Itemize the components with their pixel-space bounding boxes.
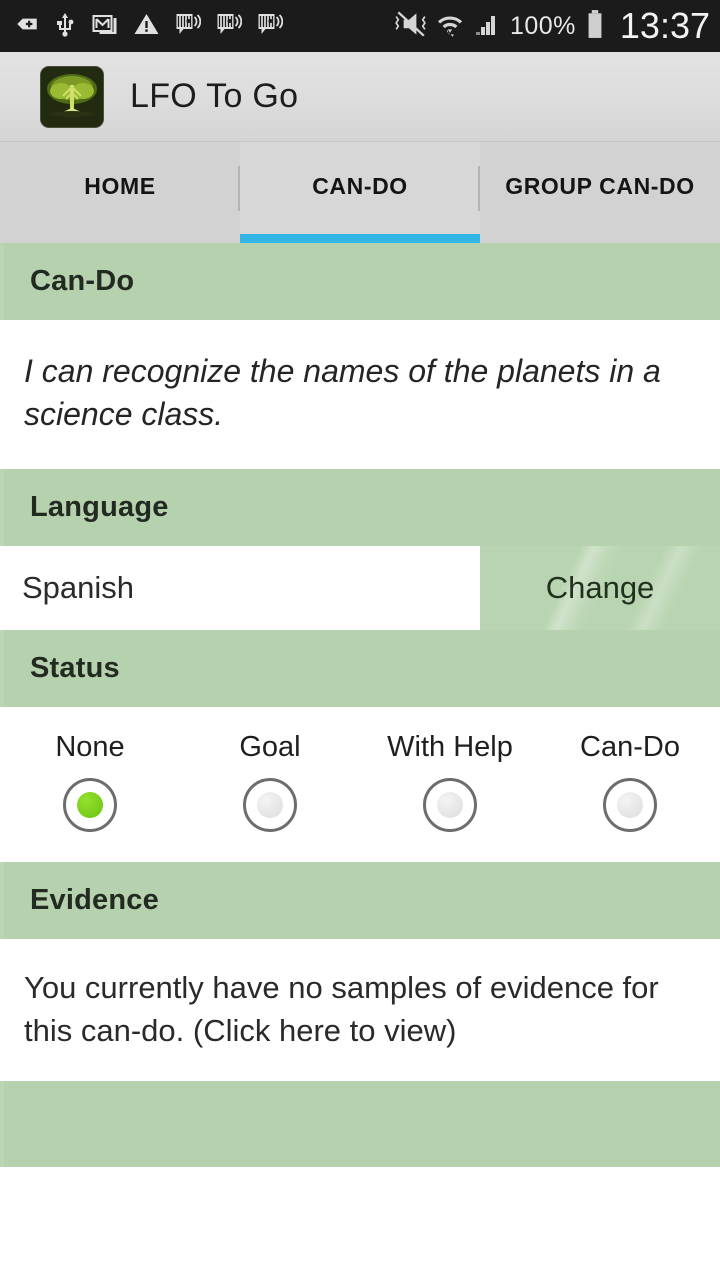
evidence-empty-message[interactable]: You currently have no samples of evidenc… [0, 939, 720, 1081]
status-option-with-help-label: With Help [387, 731, 513, 764]
tab-group-can-do[interactable]: GROUP CAN-DO [480, 142, 720, 243]
section-header-can-do-label: Can-Do [30, 265, 135, 297]
status-option-can-do-label: Can-Do [580, 731, 680, 764]
change-language-button-label: Change [545, 570, 655, 606]
clock: 13:37 [619, 5, 710, 46]
tab-bar: HOME CAN-DO GROUP CAN-DO [0, 142, 720, 243]
tab-group-can-do-label: GROUP CAN-DO [505, 173, 695, 199]
tree-logo-icon [40, 65, 104, 128]
radio-button-none[interactable] [63, 778, 117, 833]
change-language-button[interactable]: Change [480, 546, 720, 631]
usb-icon [54, 10, 78, 43]
mute-vibrate-icon [393, 10, 427, 43]
voicemail-icon [174, 11, 202, 42]
battery-icon [585, 9, 605, 44]
can-do-statement: I can recognize the names of the planets… [24, 353, 661, 432]
tab-can-do[interactable]: CAN-DO [240, 142, 480, 243]
language-row: Spanish Change [0, 546, 720, 631]
status-option-goal-label: Goal [239, 731, 301, 764]
status-bar: 100% 13:37 [0, 0, 720, 52]
warning-icon [133, 11, 160, 42]
wifi-icon [436, 10, 464, 43]
battery-percent: 100% [509, 11, 576, 40]
radio-dot [617, 792, 643, 819]
status-option-with-help[interactable]: With Help [360, 731, 540, 833]
status-radio-group: None Goal With Help Can-Do [0, 707, 720, 862]
sim-add-icon [14, 11, 40, 42]
section-body-language: Spanish Change [0, 546, 720, 631]
tab-can-do-label: CAN-DO [312, 173, 408, 199]
section-header-evidence: Evidence [0, 862, 720, 940]
section-body-can-do: I can recognize the names of the planets… [0, 320, 720, 470]
radio-dot [437, 792, 463, 819]
action-bar: LFO To Go [0, 52, 720, 142]
section-body-status: None Goal With Help Can-Do [0, 707, 720, 863]
section-header-status: Status [0, 630, 720, 708]
status-option-none[interactable]: None [0, 731, 180, 833]
voicemail-icon [215, 11, 243, 42]
radio-dot-selected [77, 792, 103, 819]
section-header-status-label: Status [30, 652, 120, 685]
status-bar-right-icons: 100% 13:37 [393, 5, 710, 47]
signal-icon [473, 11, 501, 42]
main-content: Can-Do I can recognize the names of the … [0, 243, 720, 1167]
status-bar-left-icons [14, 10, 393, 43]
radio-dot [257, 792, 283, 819]
app-title: LFO To Go [130, 77, 299, 115]
gmail-icon [92, 11, 119, 42]
tab-home[interactable]: HOME [0, 142, 240, 243]
radio-button-with-help[interactable] [423, 778, 477, 833]
status-option-none-label: None [55, 731, 125, 764]
voicemail-icon [256, 11, 284, 42]
tab-active-indicator [240, 234, 480, 243]
section-header-next [0, 1080, 720, 1167]
radio-button-can-do[interactable] [603, 778, 657, 833]
section-header-language-label: Language [30, 491, 169, 524]
status-option-can-do[interactable]: Can-Do [540, 731, 720, 833]
tab-home-label: HOME [84, 173, 156, 199]
language-value: Spanish [22, 570, 135, 606]
section-header-evidence-label: Evidence [30, 884, 159, 917]
section-header-can-do: Can-Do [0, 243, 720, 320]
section-body-evidence[interactable]: You currently have no samples of evidenc… [0, 939, 720, 1081]
section-header-language: Language [0, 469, 720, 547]
status-option-goal[interactable]: Goal [180, 731, 360, 833]
radio-button-goal[interactable] [243, 778, 297, 833]
